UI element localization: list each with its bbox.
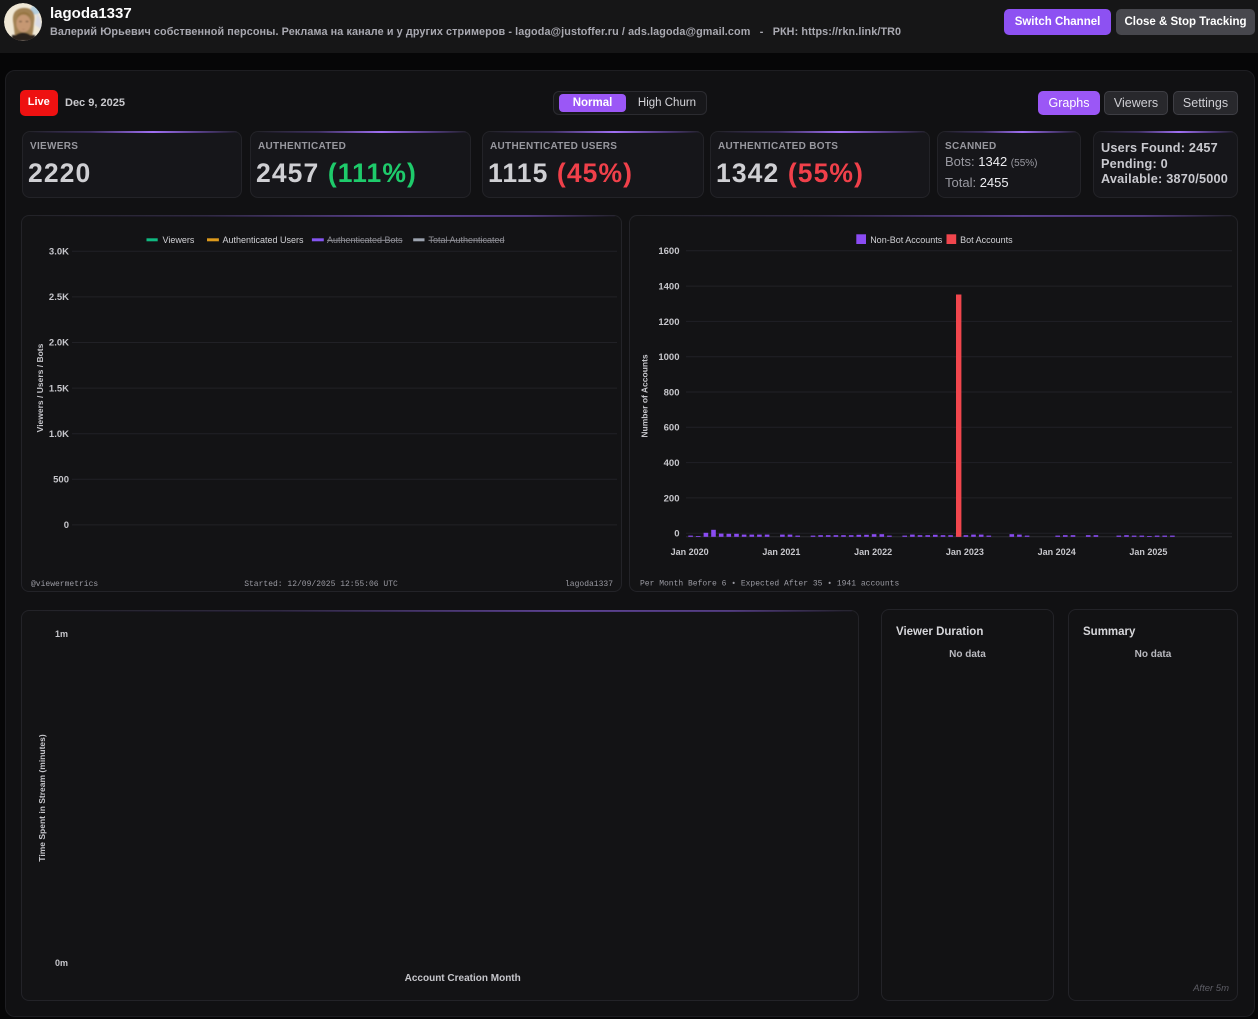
svg-text:Authenticated Bots: Authenticated Bots <box>327 235 403 245</box>
svg-text:200: 200 <box>664 493 680 504</box>
svg-text:Number of Accounts: Number of Accounts <box>640 354 650 438</box>
svg-text:1600: 1600 <box>658 246 679 257</box>
svg-text:Jan 2021: Jan 2021 <box>762 547 800 557</box>
svg-text:1200: 1200 <box>658 317 679 328</box>
svg-text:2.5K: 2.5K <box>49 292 69 303</box>
svg-text:Viewers: Viewers <box>163 235 195 245</box>
svg-text:@viewermetrics: @viewermetrics <box>31 580 98 589</box>
svg-text:Total Authenticated: Total Authenticated <box>429 235 505 245</box>
svg-text:Account Creation Month: Account Creation Month <box>405 973 521 984</box>
svg-text:Jan 2023: Jan 2023 <box>946 547 984 557</box>
svg-text:400: 400 <box>664 458 680 469</box>
svg-text:1000: 1000 <box>658 352 679 363</box>
svg-text:0m: 0m <box>55 958 68 968</box>
svg-text:Bot Accounts: Bot Accounts <box>960 235 1013 245</box>
svg-text:lagoda1337: lagoda1337 <box>565 580 613 589</box>
svg-text:1400: 1400 <box>658 282 679 293</box>
svg-text:Viewers / Users / Bots: Viewers / Users / Bots <box>35 343 45 432</box>
svg-text:Per Month Before 6 • Expected: Per Month Before 6 • Expected After 35 •… <box>640 580 899 589</box>
svg-text:600: 600 <box>664 423 680 434</box>
svg-text:Jan 2025: Jan 2025 <box>1129 547 1167 557</box>
svg-text:Authenticated Users: Authenticated Users <box>223 235 305 245</box>
svg-text:3.0K: 3.0K <box>49 247 69 258</box>
svg-text:1m: 1m <box>55 629 68 639</box>
svg-text:0: 0 <box>64 520 69 531</box>
svg-text:Time Spent in Stream (minutes): Time Spent in Stream (minutes) <box>37 734 47 862</box>
svg-text:1.5K: 1.5K <box>49 383 69 394</box>
svg-text:Jan 2020: Jan 2020 <box>671 547 709 557</box>
svg-text:1.0K: 1.0K <box>49 429 69 440</box>
svg-text:Jan 2024: Jan 2024 <box>1038 547 1076 557</box>
svg-text:0: 0 <box>674 529 679 540</box>
svg-text:Started: 12/09/2025 12:55:06 U: Started: 12/09/2025 12:55:06 UTC <box>244 580 398 589</box>
svg-text:500: 500 <box>53 475 69 486</box>
svg-text:800: 800 <box>664 387 680 398</box>
svg-text:Non-Bot Accounts: Non-Bot Accounts <box>870 235 943 245</box>
svg-text:Jan 2022: Jan 2022 <box>854 547 892 557</box>
svg-text:2.0K: 2.0K <box>49 338 69 349</box>
